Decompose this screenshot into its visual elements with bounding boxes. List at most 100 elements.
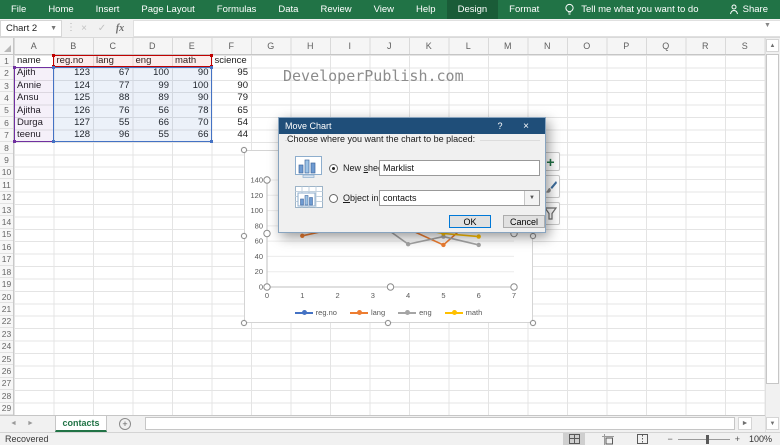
header-cell[interactable]: eng xyxy=(133,55,173,67)
ribbon-tab-data[interactable]: Data xyxy=(267,0,309,19)
data-cell[interactable]: 127 xyxy=(54,117,94,129)
data-cell[interactable]: Ajith xyxy=(14,67,54,79)
tell-me-box[interactable]: Tell me what you want to do xyxy=(550,0,728,19)
sheet-nav-right-icon[interactable]: ► xyxy=(27,420,34,427)
data-cell[interactable]: 124 xyxy=(54,80,94,92)
ribbon-tab-format[interactable]: Format xyxy=(498,0,550,19)
zoom-slider-handle[interactable] xyxy=(706,435,709,444)
share-button[interactable]: Share xyxy=(729,0,780,19)
chart-selection-handle[interactable] xyxy=(385,320,391,326)
data-cell[interactable]: 90 xyxy=(172,92,212,104)
legend-item-reg-no[interactable]: reg.no xyxy=(295,308,337,317)
row-header-27[interactable]: 27 xyxy=(0,378,13,390)
row-header-3[interactable]: 3 xyxy=(0,80,13,92)
column-header-n[interactable]: N xyxy=(528,38,568,54)
column-header-l[interactable]: L xyxy=(449,38,489,54)
scroll-up-icon[interactable]: ▲ xyxy=(766,39,779,52)
ribbon-tab-page-layout[interactable]: Page Layout xyxy=(130,0,205,19)
normal-view-button[interactable] xyxy=(563,433,585,445)
name-box-dropdown-icon[interactable]: ▼ xyxy=(50,25,57,32)
data-cell[interactable]: 95 xyxy=(212,67,252,79)
row-header-12[interactable]: 12 xyxy=(0,192,13,204)
row-header-15[interactable]: 15 xyxy=(0,229,13,241)
sheet-tab-contacts[interactable]: contacts xyxy=(55,416,107,432)
column-header-j[interactable]: J xyxy=(370,38,410,54)
dialog-help-button[interactable]: ? xyxy=(487,121,513,131)
data-cell[interactable]: 55 xyxy=(133,129,173,141)
ribbon-tab-file[interactable]: File xyxy=(0,0,37,19)
row-header-18[interactable]: 18 xyxy=(0,266,13,278)
data-cell[interactable]: 89 xyxy=(133,92,173,104)
data-cell[interactable]: 44 xyxy=(212,129,252,141)
legend-item-lang[interactable]: lang xyxy=(350,308,385,317)
column-header-h[interactable]: H xyxy=(291,38,331,54)
ribbon-tab-help[interactable]: Help xyxy=(405,0,447,19)
enter-entry-icon[interactable]: ✓ xyxy=(94,20,110,37)
row-header-21[interactable]: 21 xyxy=(0,303,13,315)
cancel-entry-icon[interactable]: × xyxy=(76,20,92,37)
data-cell[interactable]: 100 xyxy=(172,80,212,92)
row-header-1[interactable]: 1 xyxy=(0,55,13,67)
data-cell[interactable]: 100 xyxy=(133,67,173,79)
sheet-nav-left-icon[interactable]: ◄ xyxy=(10,420,17,427)
column-header-o[interactable]: O xyxy=(567,38,607,54)
zoom-in-button[interactable]: + xyxy=(735,434,740,444)
column-header-r[interactable]: R xyxy=(686,38,726,54)
chart-selection-handle[interactable] xyxy=(241,233,247,239)
column-header-k[interactable]: K xyxy=(409,38,449,54)
dialog-close-button[interactable]: × xyxy=(513,121,539,132)
data-cell[interactable]: 125 xyxy=(54,92,94,104)
row-header-10[interactable]: 10 xyxy=(0,167,13,179)
new-sheet-name-input[interactable] xyxy=(379,160,540,176)
chart-selection-handle[interactable] xyxy=(241,320,247,326)
data-cell[interactable]: Ansu xyxy=(14,92,54,104)
row-header-23[interactable]: 23 xyxy=(0,328,13,340)
ribbon-tab-insert[interactable]: Insert xyxy=(85,0,131,19)
page-break-view-button[interactable] xyxy=(631,433,653,445)
row-header-8[interactable]: 8 xyxy=(0,142,13,154)
header-cell[interactable]: lang xyxy=(93,55,133,67)
data-cell[interactable]: 70 xyxy=(172,117,212,129)
data-cell[interactable]: 66 xyxy=(172,129,212,141)
name-box[interactable]: Chart 2 ▼ xyxy=(0,20,62,37)
ribbon-tab-formulas[interactable]: Formulas xyxy=(206,0,268,19)
column-header-a[interactable]: A xyxy=(14,38,54,54)
column-header-i[interactable]: I xyxy=(330,38,370,54)
data-cell[interactable]: 123 xyxy=(54,67,94,79)
data-cell[interactable]: 90 xyxy=(172,67,212,79)
row-header-28[interactable]: 28 xyxy=(0,390,13,402)
new-sheet-radio[interactable] xyxy=(329,164,338,173)
header-cell[interactable]: science xyxy=(212,55,252,67)
row-headers[interactable]: 1234567891011121314151617181920212223242… xyxy=(0,55,14,415)
column-header-e[interactable]: E xyxy=(172,38,212,54)
row-header-7[interactable]: 7 xyxy=(0,129,13,141)
row-header-9[interactable]: 9 xyxy=(0,154,13,166)
ribbon-tab-review[interactable]: Review xyxy=(309,0,362,19)
insert-function-icon[interactable]: fx xyxy=(112,20,128,37)
data-cell[interactable]: 99 xyxy=(133,80,173,92)
data-cell[interactable]: 54 xyxy=(212,117,252,129)
column-header-g[interactable]: G xyxy=(251,38,291,54)
column-header-b[interactable]: B xyxy=(54,38,94,54)
column-headers[interactable]: ABCDEFGHIJKLMNOPQRS xyxy=(0,38,765,55)
row-header-11[interactable]: 11 xyxy=(0,179,13,191)
row-header-2[interactable]: 2 xyxy=(0,67,13,79)
data-cell[interactable]: 67 xyxy=(93,67,133,79)
data-cell[interactable]: 65 xyxy=(212,105,252,117)
header-cell[interactable]: reg.no xyxy=(54,55,94,67)
legend-item-eng[interactable]: eng xyxy=(398,308,432,317)
status-left-text[interactable]: Recovered xyxy=(0,434,563,444)
column-header-m[interactable]: M xyxy=(488,38,528,54)
data-cell[interactable]: Durga xyxy=(14,117,54,129)
dialog-title-bar[interactable]: Move Chart ? × xyxy=(279,118,545,134)
row-header-20[interactable]: 20 xyxy=(0,291,13,303)
data-cell[interactable]: 76 xyxy=(93,105,133,117)
row-header-5[interactable]: 5 xyxy=(0,105,13,117)
header-cell[interactable]: math xyxy=(172,55,212,67)
column-header-p[interactable]: P xyxy=(607,38,647,54)
cancel-button[interactable]: Cancel xyxy=(503,215,545,228)
column-header-d[interactable]: D xyxy=(133,38,173,54)
chart-selection-handle[interactable] xyxy=(530,320,536,326)
data-cell[interactable]: 79 xyxy=(212,92,252,104)
formula-bar-expand-icon[interactable]: ▼ xyxy=(764,22,771,29)
